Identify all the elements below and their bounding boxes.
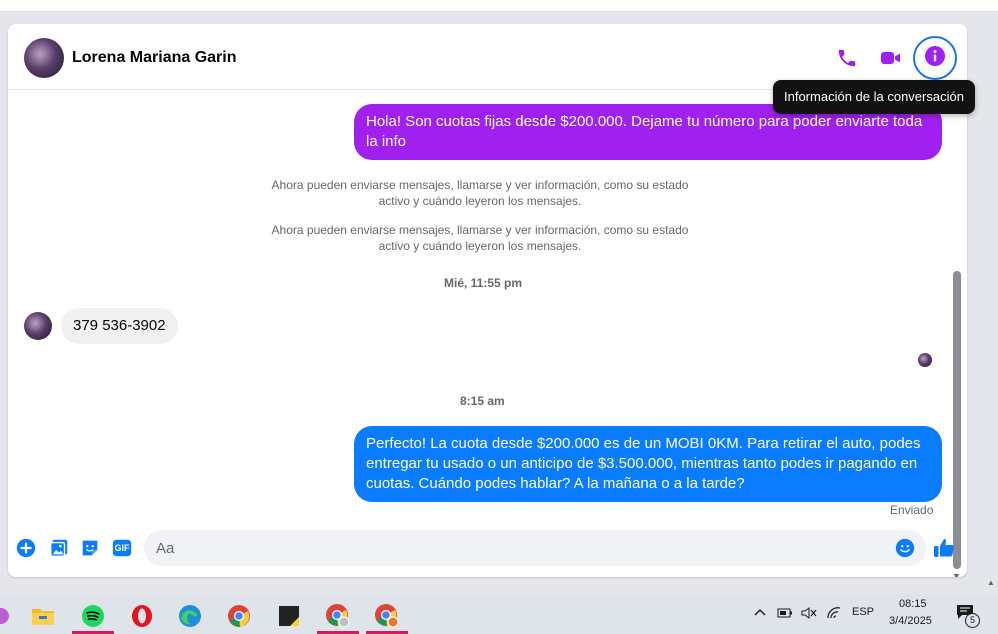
sticky-app-icon[interactable] (266, 598, 312, 634)
seen-indicator-avatar (918, 353, 932, 367)
image-icon[interactable] (47, 536, 71, 560)
clock-date[interactable]: 3/4/2025 (889, 615, 932, 627)
composer-bar: GIF (8, 524, 967, 577)
thumbs-up-icon[interactable] (932, 536, 956, 560)
chrome-profile-r-icon[interactable] (364, 598, 410, 634)
incoming-message[interactable]: 379 536-3902 (61, 308, 178, 344)
chrome-icon[interactable] (216, 598, 262, 634)
battery-icon[interactable] (777, 606, 793, 625)
video-icon[interactable] (875, 42, 907, 74)
sticker-icon[interactable] (78, 536, 102, 560)
top-strip (0, 0, 998, 12)
clock-time[interactable]: 08:15 (899, 598, 927, 610)
file-explorer-icon[interactable] (20, 598, 66, 634)
message-list[interactable]: Hola! Son cuotas fijas desde $200.000. D… (8, 91, 967, 577)
notification-count-badge: 5 (965, 613, 980, 628)
system-message: Ahora pueden enviarse mensajes, llamarse… (271, 178, 689, 208)
contact-name[interactable]: Lorena Mariana Garin (72, 49, 237, 67)
message-status: Enviado (890, 503, 934, 517)
volume-muted-icon[interactable] (801, 606, 817, 625)
emoji-icon[interactable] (893, 536, 917, 560)
contact-avatar[interactable] (24, 38, 64, 78)
opera-icon[interactable] (119, 598, 165, 634)
conversation-info-button[interactable] (913, 36, 957, 80)
timestamp: Mié, 11:55 pm (444, 276, 523, 290)
tooltip: Información de la conversación (773, 80, 975, 114)
message-input[interactable] (144, 530, 926, 566)
language-indicator[interactable]: ESP (852, 606, 874, 618)
info-icon (923, 44, 947, 73)
page-scroll-arrow-icon[interactable]: ▲ (987, 578, 995, 587)
gif-icon[interactable]: GIF (110, 536, 134, 560)
timestamp: 8:15 am (460, 394, 505, 408)
contact-avatar-small[interactable] (24, 312, 52, 340)
phone-icon[interactable] (831, 42, 863, 74)
tray-chevron-up-icon[interactable] (753, 606, 767, 625)
chrome-profile-y-icon[interactable] (315, 598, 361, 634)
windows-taskbar: ESP 08:15 3/4/2025 5 (0, 594, 998, 634)
plus-icon[interactable] (14, 536, 38, 560)
edge-icon[interactable] (167, 598, 213, 634)
spotify-icon[interactable] (70, 598, 116, 634)
system-message: Ahora pueden enviarse mensajes, llamarse… (271, 223, 689, 253)
network-icon[interactable] (826, 606, 842, 625)
gif-label: GIF (114, 543, 130, 553)
outgoing-message[interactable]: Perfecto! La cuota desde $200.000 es de … (354, 426, 942, 502)
